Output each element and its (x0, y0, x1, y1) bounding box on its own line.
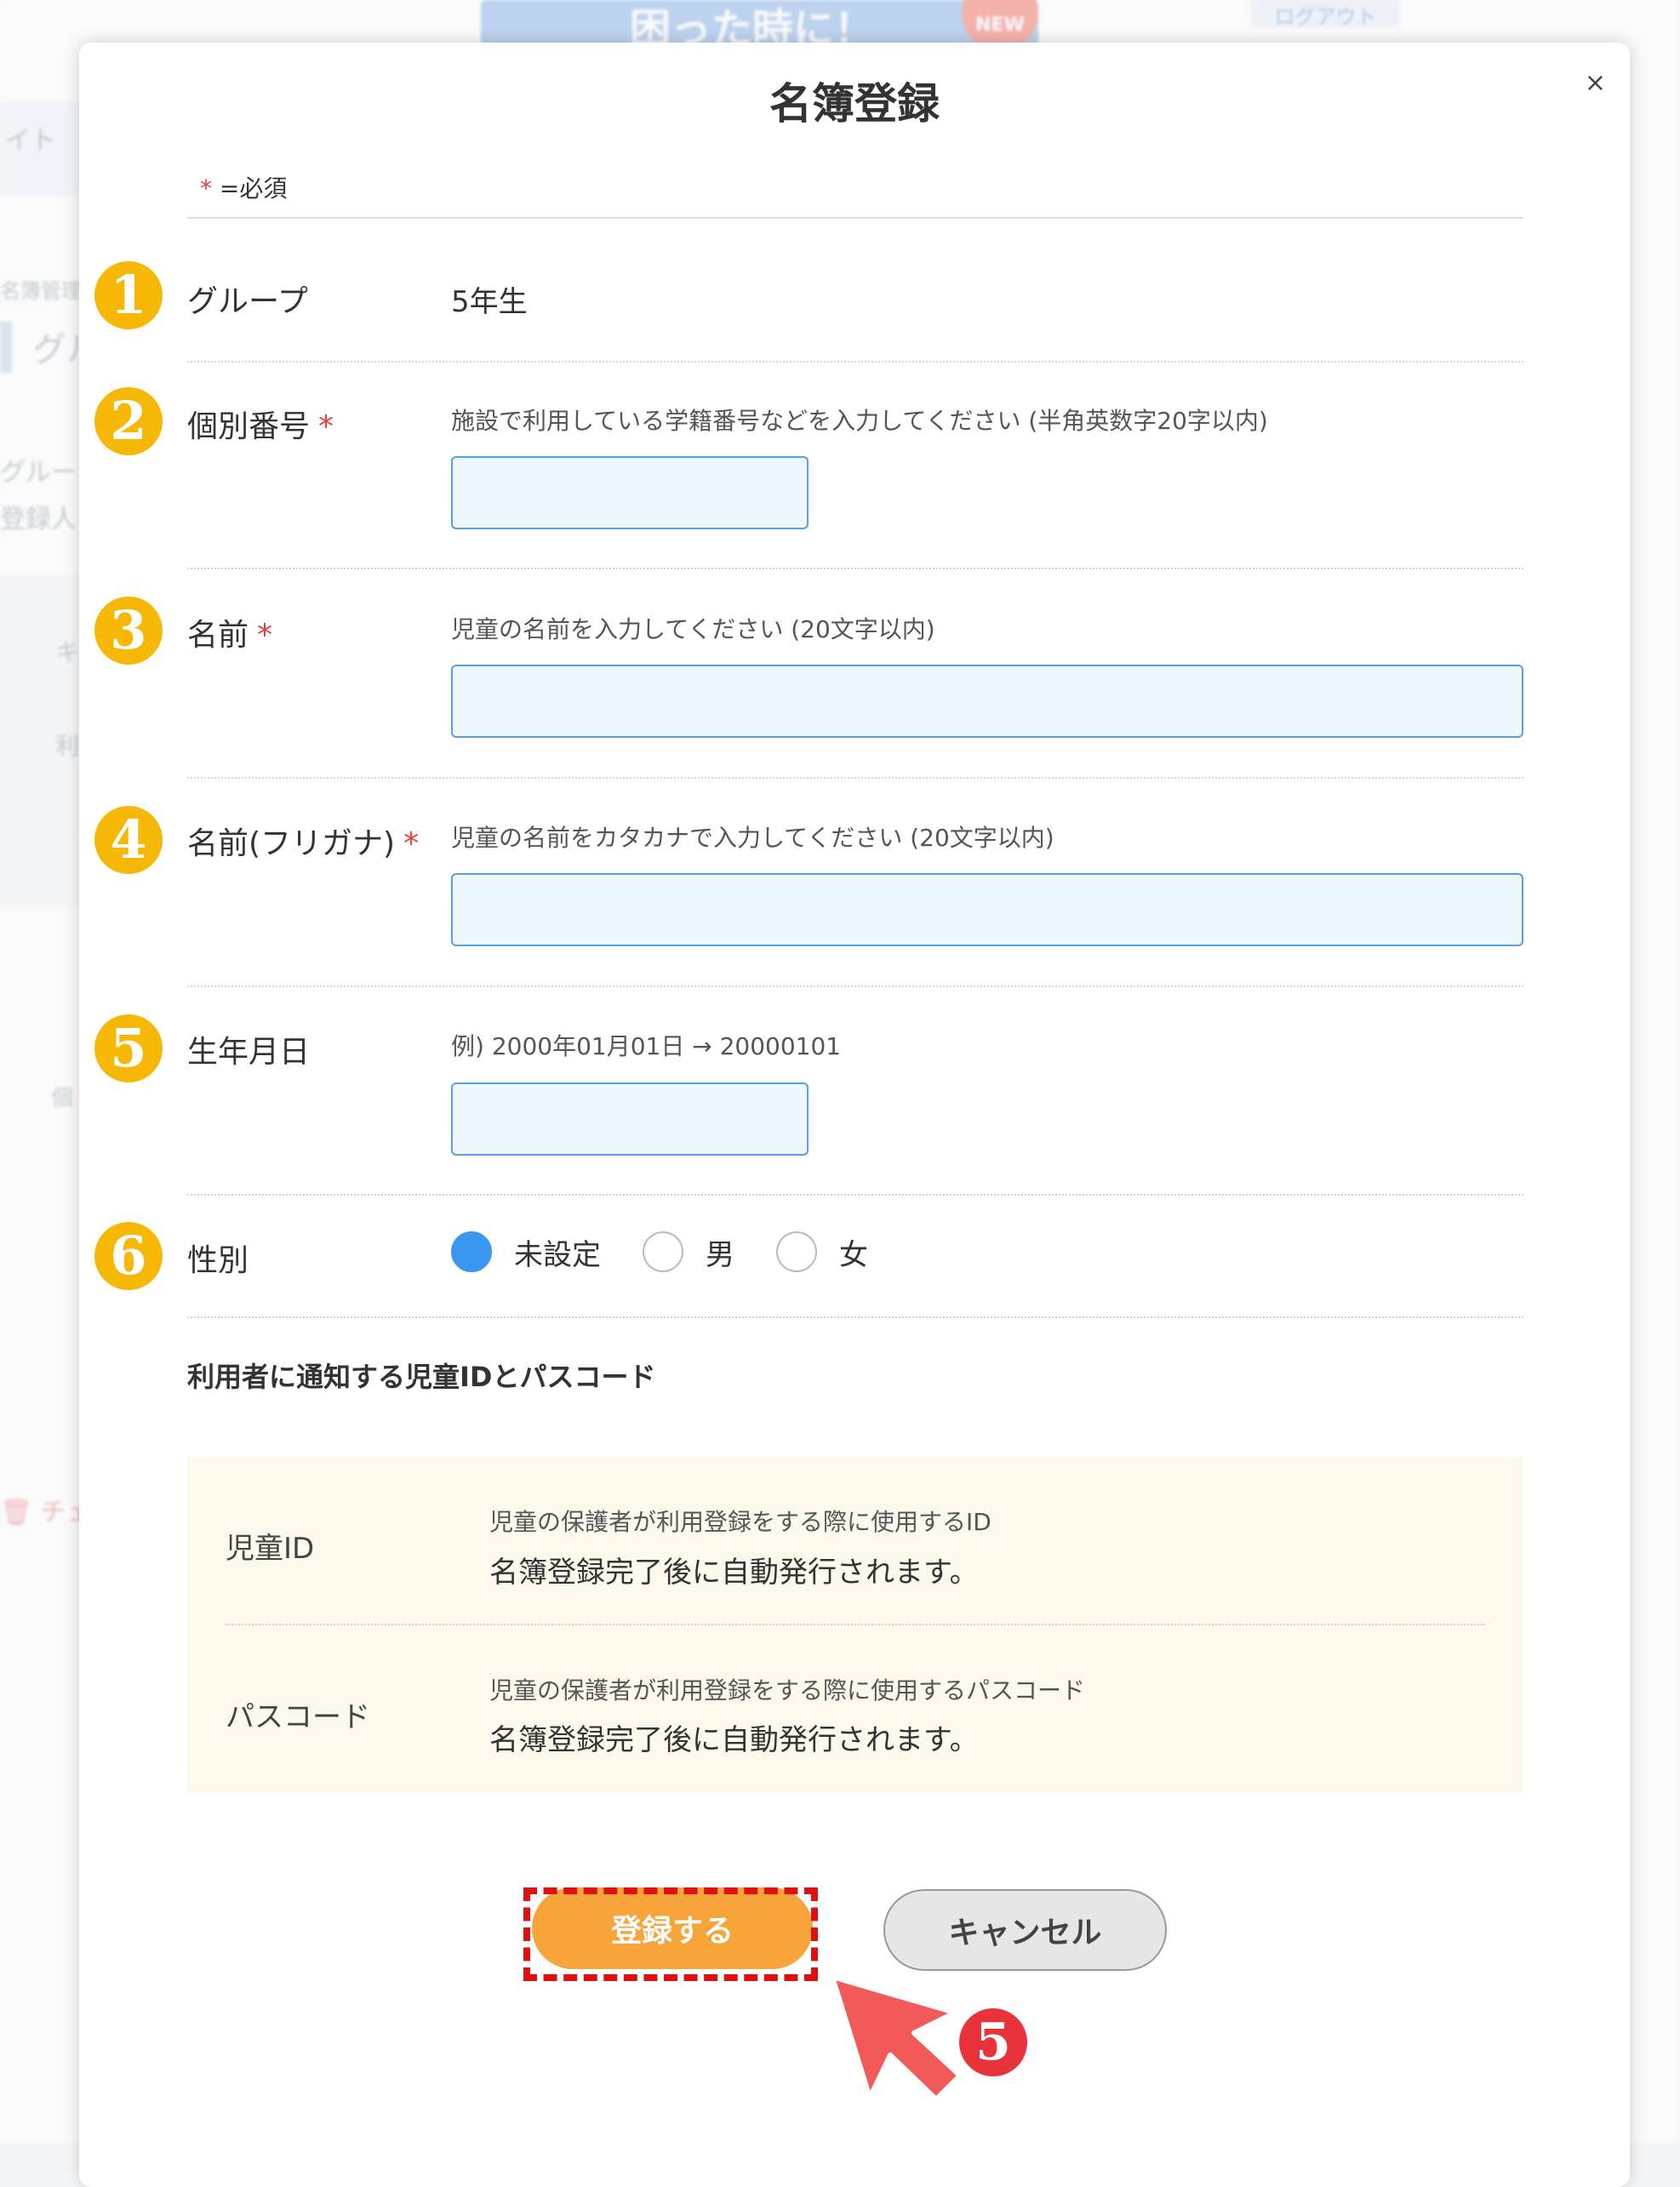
divider (187, 361, 1523, 363)
notice-heading: 利用者に通知する児童IDとパスコード (187, 1361, 656, 1393)
student-no-label-text: 個別番号 (187, 409, 311, 444)
bg-breadcrumb: 名簿管理 (0, 279, 82, 303)
radio-label: 男 (706, 1238, 734, 1272)
birthday-label: 生年月日 (187, 1035, 311, 1070)
logout-button: ログアウト (1251, 0, 1400, 29)
divider (226, 1624, 1485, 1625)
bg-text-count: 登録人 (0, 505, 77, 534)
kana-label-text: 名前(フリガナ) (187, 826, 396, 861)
required-mark: * (403, 826, 420, 861)
gender-label: 性別 (187, 1243, 249, 1278)
child-id-value: 名簿登録完了後に自動発行されます。 (489, 1556, 979, 1590)
student-no-help: 施設で利用している学籍番号などを入力してください (半角英数字20字以内) (451, 407, 1268, 435)
name-label-text: 名前 (187, 618, 249, 653)
passcode-value: 名簿登録完了後に自動発行されます。 (489, 1723, 979, 1757)
kana-help: 児童の名前をカタカナで入力してください (20文字以内) (451, 824, 1054, 852)
radio-label: 女 (839, 1238, 868, 1272)
kana-label: 名前(フリガナ) * (187, 819, 419, 863)
radio-label: 未設定 (514, 1238, 601, 1272)
student-no-input[interactable] (451, 456, 809, 529)
kana-input[interactable] (451, 873, 1523, 946)
passcode-label: パスコード (226, 1700, 370, 1734)
pointer-arrow-icon (830, 1974, 963, 2102)
bg-nav-text: イト (5, 126, 56, 156)
close-icon[interactable]: × (1585, 68, 1606, 98)
group-value: 5年生 (451, 285, 528, 319)
bg-text-group: グルー (0, 458, 77, 488)
step-badge-4: 4 (94, 806, 163, 874)
radio-circle[interactable] (643, 1231, 683, 1272)
birthday-input[interactable] (451, 1082, 809, 1156)
radio-circle[interactable] (776, 1231, 817, 1272)
name-help: 児童の名前を入力してください (20文字以内) (451, 615, 935, 643)
bg-panel-text: キ (55, 638, 80, 666)
bg-nav: イト (0, 102, 81, 196)
required-mark: * (318, 409, 334, 444)
name-input[interactable] (451, 665, 1523, 738)
annotation-step-badge: 5 (959, 2008, 1027, 2076)
trash-icon: 🗑 (0, 1498, 33, 1527)
divider (187, 1194, 1523, 1196)
group-label: グループ (187, 284, 308, 319)
step-badge-6: 6 (94, 1222, 163, 1290)
bg-trash-area: 🗑 チェ (0, 1491, 92, 1528)
divider (187, 985, 1523, 987)
register-button[interactable]: 登録する (532, 1887, 813, 1969)
required-note: * =必須 (200, 170, 287, 204)
id-passcode-box: 児童ID 児童の保護者が利用登録をする際に使用するID 名簿登録完了後に自動発行… (187, 1457, 1523, 1793)
step-badge-2: 2 (94, 387, 163, 455)
step-badge-3: 3 (94, 597, 163, 665)
divider (187, 217, 1523, 219)
student-no-label: 個別番号 * (187, 402, 334, 446)
cancel-button[interactable]: キャンセル (883, 1889, 1167, 1971)
step-badge-1: 1 (94, 261, 163, 329)
roster-registration-modal: 名簿登録 × * =必須 1 グループ 5年生 2 個別番号 * 施設で利用してい… (79, 43, 1630, 2187)
child-id-desc: 児童の保護者が利用登録をする際に使用するID (489, 1508, 991, 1536)
child-id-label: 児童ID (226, 1532, 315, 1566)
modal-title: 名簿登録 (769, 79, 940, 128)
step-badge-5: 5 (94, 1014, 163, 1082)
divider (187, 777, 1523, 779)
divider (187, 568, 1523, 569)
required-mark: * (200, 174, 212, 203)
bg-title-bar (0, 322, 12, 373)
name-label: 名前 * (187, 610, 272, 654)
bg-panel-text: 利 (55, 732, 80, 760)
required-note-text: =必須 (219, 174, 288, 203)
radio-circle[interactable] (451, 1231, 492, 1272)
required-mark: * (257, 618, 273, 653)
birthday-help: 例) 2000年01月01日 → 20000101 (451, 1032, 842, 1060)
bg-panel-text: 個 (51, 1086, 74, 1111)
passcode-desc: 児童の保護者が利用登録をする際に使用するパスコード (489, 1676, 1086, 1704)
divider (187, 1316, 1523, 1318)
